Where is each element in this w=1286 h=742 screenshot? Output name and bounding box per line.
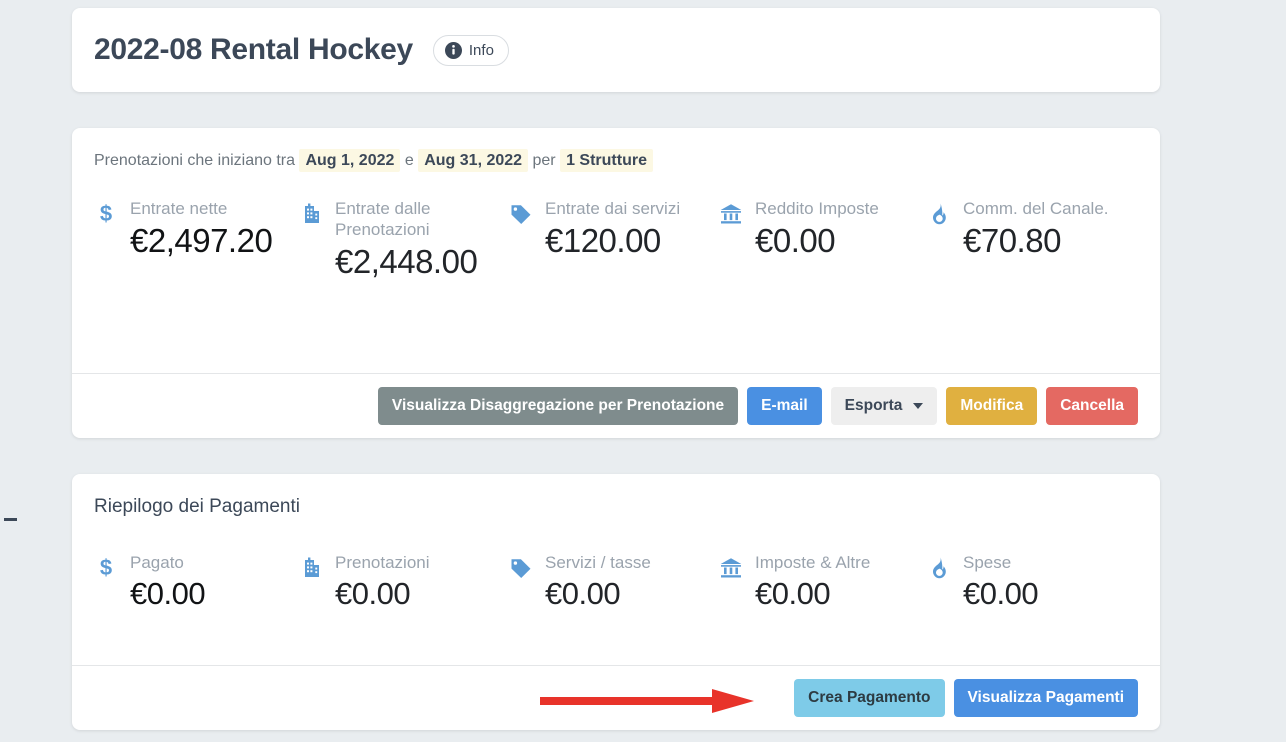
- metric-value: €0.00: [545, 573, 651, 615]
- info-button[interactable]: Info: [433, 35, 509, 66]
- payments-actions: Crea Pagamento Visualizza Pagamenti: [72, 665, 1160, 730]
- svg-text:$: $: [100, 202, 112, 226]
- email-button[interactable]: E-mail: [747, 387, 822, 425]
- metric-prenotazioni: Prenotazioni €0.00: [299, 552, 509, 615]
- info-button-label: Info: [469, 42, 494, 59]
- metric-value: €0.00: [755, 573, 870, 615]
- metric-value: €70.80: [963, 219, 1109, 263]
- metric-imposte-altre: Imposte & Altre €0.00: [719, 552, 927, 615]
- metric-label: Entrate dai servizi: [545, 198, 680, 219]
- flame-icon: [927, 556, 953, 582]
- summary-metrics: $ Entrate nette €2,497.20: [72, 174, 1160, 284]
- delete-button[interactable]: Cancella: [1046, 387, 1138, 425]
- filter-end-date[interactable]: Aug 31, 2022: [418, 149, 528, 172]
- metric-label: Prenotazioni: [335, 552, 430, 573]
- payments-metrics: $ Pagato €0.00: [72, 518, 1160, 615]
- export-dropdown-button[interactable]: Esporta: [831, 387, 938, 425]
- metric-value: €0.00: [335, 573, 430, 615]
- metric-label: Pagato: [130, 552, 205, 573]
- tag-icon: [509, 556, 535, 582]
- metric-value: €120.00: [545, 219, 680, 263]
- metric-value: €2,448.00: [335, 240, 509, 284]
- summary-actions: Visualizza Disaggregazione per Prenotazi…: [72, 373, 1160, 438]
- tag-icon: [509, 202, 535, 228]
- metric-entrate-prenotazioni: Entrate dalle Prenotazioni €2,448.00: [299, 198, 509, 284]
- building-icon: [299, 202, 325, 228]
- page-root: 2022-08 Rental Hockey Info Prenotazioni …: [0, 0, 1286, 742]
- chevron-down-icon: [913, 403, 923, 409]
- metric-spese: Spese €0.00: [927, 552, 1142, 615]
- bank-icon: [719, 202, 745, 228]
- dollar-sign-icon: $: [94, 202, 120, 228]
- building-icon: [299, 556, 325, 582]
- filter-properties[interactable]: 1 Strutture: [560, 149, 653, 172]
- bank-icon: [719, 556, 745, 582]
- metric-comm-canale: Comm. del Canale. €70.80: [927, 198, 1142, 263]
- metric-reddito-imposte: Reddito Imposte €0.00: [719, 198, 927, 263]
- summary-card: Prenotazioni che iniziano tra Aug 1, 202…: [72, 128, 1160, 438]
- header-card: 2022-08 Rental Hockey Info: [72, 8, 1160, 92]
- edit-button[interactable]: Modifica: [946, 387, 1037, 425]
- metric-label: Spese: [963, 552, 1038, 573]
- metric-label: Imposte & Altre: [755, 552, 870, 573]
- filter-start-date[interactable]: Aug 1, 2022: [299, 149, 400, 172]
- metric-label: Servizi / tasse: [545, 552, 651, 573]
- info-circle-icon: [445, 42, 462, 59]
- metric-label: Comm. del Canale.: [963, 198, 1109, 219]
- metric-label: Entrate nette: [130, 198, 272, 219]
- metric-entrate-servizi: Entrate dai servizi €120.00: [509, 198, 719, 263]
- payments-title: Riepilogo dei Pagamenti: [72, 474, 1160, 518]
- export-label: Esporta: [845, 396, 903, 416]
- create-payment-button[interactable]: Crea Pagamento: [794, 679, 944, 717]
- view-breakdown-button[interactable]: Visualizza Disaggregazione per Prenotazi…: [378, 387, 738, 425]
- filter-middle: per: [533, 152, 556, 169]
- filter-description: Prenotazioni che iniziano tra Aug 1, 202…: [72, 128, 1160, 174]
- header-content: 2022-08 Rental Hockey Info: [72, 8, 1160, 92]
- view-payments-button[interactable]: Visualizza Pagamenti: [954, 679, 1139, 717]
- metric-servizi-tasse: Servizi / tasse €0.00: [509, 552, 719, 615]
- metric-value: €0.00: [755, 219, 879, 263]
- page-title: 2022-08 Rental Hockey: [94, 33, 413, 67]
- metric-entrate-nette: $ Entrate nette €2,497.20: [94, 198, 299, 263]
- metric-label: Reddito Imposte: [755, 198, 879, 219]
- metric-label: Entrate dalle Prenotazioni: [335, 198, 509, 240]
- svg-text:$: $: [100, 556, 112, 580]
- metric-pagato: $ Pagato €0.00: [94, 552, 299, 615]
- left-edge-artifact: [4, 518, 17, 521]
- metric-value: €0.00: [963, 573, 1038, 615]
- filter-conjunction: e: [405, 152, 414, 169]
- dollar-sign-icon: $: [94, 556, 120, 582]
- metric-value: €2,497.20: [130, 219, 272, 263]
- metric-value: €0.00: [130, 573, 205, 615]
- flame-icon: [927, 202, 953, 228]
- filter-prefix: Prenotazioni che iniziano tra: [94, 152, 295, 169]
- payments-card: Riepilogo dei Pagamenti $ Pagato €0.00: [72, 474, 1160, 730]
